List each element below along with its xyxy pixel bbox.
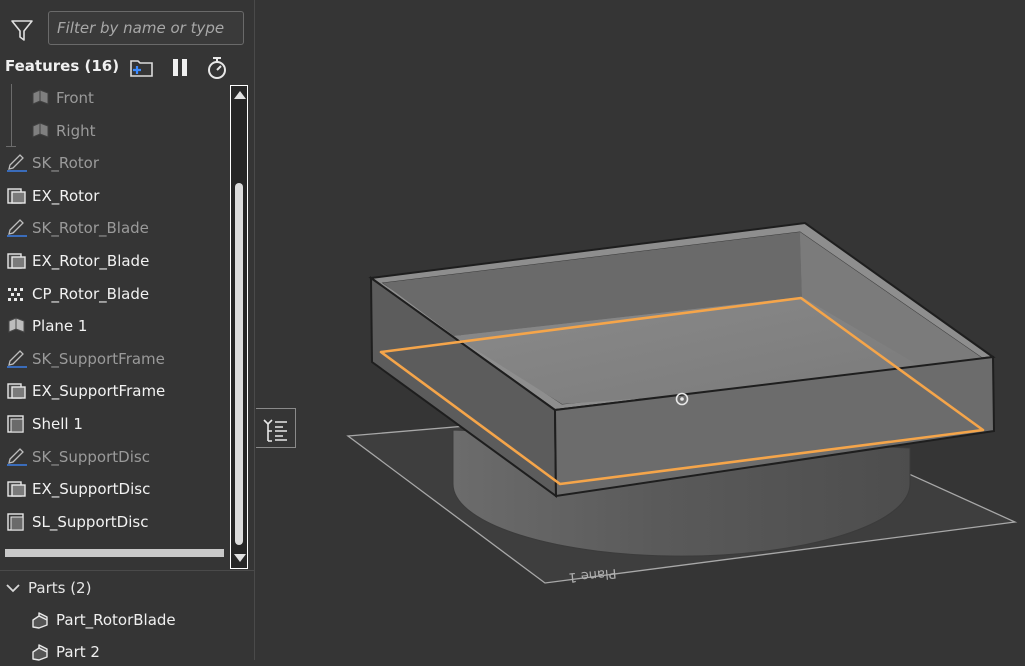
shell-icon (6, 415, 28, 433)
feature-item-sk-supportframe[interactable]: SK_SupportFrame (0, 343, 228, 375)
feature-item-plane-1[interactable]: Plane 1 (0, 310, 228, 342)
scroll-up-arrow-icon[interactable] (234, 91, 246, 99)
feature-item-label: SK_Rotor (32, 154, 100, 173)
feature-item-sk-rotor-blade[interactable]: SK_Rotor_Blade (0, 212, 228, 244)
feature-tree-vertical-scrollbar[interactable] (230, 85, 248, 569)
chevron-down-icon[interactable] (2, 578, 26, 598)
extrude-icon (6, 252, 28, 270)
parts-header[interactable]: Parts (2) (0, 574, 91, 602)
feature-item-label: SK_Rotor_Blade (32, 219, 149, 238)
feature-item-label: Plane 1 (32, 317, 88, 336)
feature-tree-horizontal-scrollbar[interactable] (5, 549, 224, 557)
feature-item-label: CP_Rotor_Blade (32, 284, 150, 303)
part-icon (30, 611, 50, 629)
features-title: Features (16) (5, 57, 120, 75)
extrude-icon (6, 382, 28, 400)
plane-icon (6, 317, 28, 335)
3d-viewport[interactable]: Plane 1 (256, 0, 1025, 660)
plane-icon (30, 122, 52, 140)
scrollbar-thumb[interactable] (235, 183, 243, 545)
extrude-icon (6, 480, 28, 498)
feature-item-sk-rotor[interactable]: SK_Rotor (0, 147, 228, 179)
feature-item-front[interactable]: Front (0, 82, 228, 114)
feature-item-label: EX_Rotor (32, 186, 100, 205)
feature-item-ex-rotor-blade[interactable]: EX_Rotor_Blade (0, 245, 228, 277)
feature-tree: Front Right SK_Rotor EX_Rotor SK_Rotor_Blade… (0, 82, 228, 547)
part-item-label: Part 2 (56, 643, 100, 661)
new-folder-icon[interactable] (129, 56, 155, 80)
feature-item-ex-rotor[interactable]: EX_Rotor (0, 180, 228, 212)
feature-item-label: SK_SupportDisc (32, 447, 150, 466)
pause-icon[interactable] (168, 56, 194, 80)
sketch-icon (6, 447, 28, 466)
feature-item-ex-supportdisc[interactable]: EX_SupportDisc (0, 473, 228, 505)
feature-item-right[interactable]: Right (0, 115, 228, 147)
plane-icon (30, 89, 52, 107)
shell-icon (6, 513, 28, 531)
stopwatch-icon[interactable] (205, 56, 231, 80)
part-item-part-rotorblade[interactable]: Part_RotorBlade (30, 606, 176, 634)
section-divider (0, 570, 255, 571)
feature-panel: Features (16) Front Right SK_Rotor EX_Rotor… (0, 0, 255, 661)
feature-item-label: EX_Rotor_Blade (32, 252, 150, 270)
part-icon (30, 643, 50, 661)
feature-item-label: SL_SupportDisc (32, 512, 149, 531)
part-item-part-2[interactable]: Part 2 (30, 638, 100, 666)
feature-item-cp-rotor-blade[interactable]: CP_Rotor_Blade (0, 278, 228, 310)
sketch-icon (6, 349, 28, 368)
feature-item-label: Front (56, 89, 94, 107)
extrude-icon (6, 187, 28, 205)
feature-item-sl-supportdisc[interactable]: SL_SupportDisc (0, 506, 228, 538)
feature-item-shell-1[interactable]: Shell 1 (0, 408, 228, 440)
feature-item-label: Shell 1 (32, 415, 83, 433)
feature-item-label: EX_SupportFrame (32, 382, 166, 401)
feature-item-ex-supportframe[interactable]: EX_SupportFrame (0, 375, 228, 407)
feature-item-label: EX_SupportDisc (32, 480, 151, 499)
parts-title: Parts (2) (28, 579, 92, 597)
feature-item-label: Right (56, 121, 96, 140)
feature-item-label: SK_SupportFrame (32, 349, 165, 368)
pattern-icon (6, 285, 28, 303)
filter-icon[interactable] (8, 16, 36, 44)
scroll-down-arrow-icon[interactable] (234, 554, 246, 562)
filter-input[interactable] (48, 11, 244, 45)
feature-item-sk-supportdisc[interactable]: SK_SupportDisc (0, 441, 228, 473)
sketch-icon (6, 154, 28, 172)
part-item-label: Part_RotorBlade (56, 611, 176, 629)
sketch-icon (6, 219, 28, 238)
